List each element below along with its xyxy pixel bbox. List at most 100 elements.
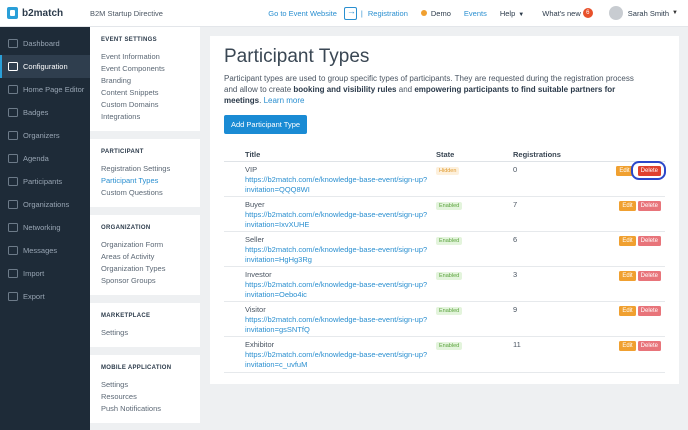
submenu-link-integrations[interactable]: Integrations (101, 111, 200, 123)
events-link[interactable]: Events (464, 9, 487, 18)
delete-button[interactable]: Delete (637, 200, 661, 211)
invitation-link[interactable]: https://b2match.com/e/knowledge-base-eve… (245, 315, 436, 335)
row-registrations-cell: 7 (513, 196, 593, 232)
invitation-link[interactable]: https://b2match.com/e/knowledge-base-eve… (245, 175, 436, 195)
submenu-link-sponsor-groups[interactable]: Sponsor Groups (101, 275, 200, 287)
divider: | (360, 8, 363, 18)
dashboard-icon (8, 39, 18, 48)
event-name: B2M Startup Directive (90, 8, 163, 18)
submenu-link-resources[interactable]: Resources (101, 391, 200, 403)
notification-badge: 6 (582, 8, 593, 18)
import-icon (8, 269, 18, 278)
sidebar-item-dashboard[interactable]: Dashboard (0, 32, 90, 55)
organizations-icon (8, 200, 18, 209)
submenu-link-organization-form[interactable]: Organization Form (101, 239, 200, 251)
column-header-state: State (436, 148, 513, 162)
submenu-section-event-settings: EVENT SETTINGS Event Information Event C… (90, 27, 200, 131)
whats-new-button[interactable]: What's new 6 (542, 8, 593, 18)
add-participant-type-button[interactable]: Add Participant Type (224, 115, 308, 134)
invitation-link[interactable]: https://b2match.com/e/knowledge-base-eve… (245, 245, 436, 265)
participants-icon (8, 177, 18, 186)
delete-highlight-ring: Delete (630, 160, 666, 180)
invitation-link[interactable]: https://b2match.com/e/knowledge-base-eve… (245, 280, 436, 300)
user-menu[interactable]: Sarah Smith ▼ (608, 6, 678, 20)
submenu-heading: ORGANIZATION (101, 225, 151, 231)
table-row: Buyer https://b2match.com/e/knowledge-bas… (224, 196, 665, 232)
learn-more-link[interactable]: Learn more (264, 96, 305, 105)
submenu-link-participant-types[interactable]: Participant Types (101, 175, 200, 187)
sidebar-item-messages[interactable]: Messages (0, 239, 90, 262)
whats-new-label: What's new (542, 8, 581, 18)
row-registrations-cell: 9 (513, 301, 593, 338)
goto-event-website-link[interactable]: Go to Event Website (268, 9, 337, 18)
registration-link[interactable]: Registration (368, 9, 408, 18)
submenu-link-event-information[interactable]: Event Information (101, 51, 200, 63)
submenu-link-push-notifications[interactable]: Push Notifications (101, 403, 200, 415)
sidebar-item-organizations[interactable]: Organizations (0, 193, 90, 216)
home-icon (8, 85, 18, 94)
sidebar-item-label: Configuration (23, 62, 68, 71)
table-row: VIP https://b2match.com/e/knowledge-base-… (224, 160, 666, 197)
submenu-section-mobile-application: MOBILE APPLICATION Settings Resources Pu… (90, 355, 200, 423)
sidebar-item-import[interactable]: Import (0, 262, 90, 285)
submenu-link-custom-domains[interactable]: Custom Domains (101, 99, 200, 111)
logo[interactable]: b2match (0, 7, 90, 19)
desc-bold: booking and visibility rules (293, 85, 397, 94)
submenu-link-event-components[interactable]: Event Components (101, 63, 200, 75)
organizers-icon (8, 131, 18, 140)
row-title-cell: VIP https://b2match.com/e/knowledge-base-… (224, 161, 436, 197)
edit-button[interactable]: Edit (619, 306, 636, 317)
row-state-cell: Hidden (436, 161, 513, 197)
status-badge: Hidden (436, 166, 460, 175)
submenu-link-areas-of-activity[interactable]: Areas of Activity (101, 251, 200, 263)
column-header-title: Title (224, 148, 436, 162)
submenu-link-organization-types[interactable]: Organization Types (101, 263, 200, 275)
sidebar-item-badges[interactable]: Badges (0, 101, 90, 124)
edit-button[interactable]: Edit (619, 200, 636, 211)
submenu-link-content-snippets[interactable]: Content Snippets (101, 87, 200, 99)
sidebar-item-agenda[interactable]: Agenda (0, 147, 90, 170)
participant-type-name: VIP (245, 164, 258, 174)
row-state-cell: Enabled (436, 301, 513, 338)
page-title: Participant Types (224, 46, 370, 67)
delete-button[interactable]: Delete (637, 271, 661, 282)
delete-button[interactable]: Delete (637, 165, 661, 176)
delete-button[interactable]: Delete (637, 235, 661, 246)
delete-button[interactable]: Delete (637, 306, 661, 317)
external-link-icon[interactable] (343, 6, 357, 20)
help-menu[interactable]: Help ▼ (500, 9, 524, 18)
sidebar-item-label: Participants (23, 177, 63, 186)
sidebar-item-label: Home Page Editor (23, 85, 85, 94)
participant-types-table: Title State Registrations VIP https://b2m… (224, 148, 666, 373)
submenu-link-branding[interactable]: Branding (101, 75, 200, 87)
submenu-link-custom-questions[interactable]: Custom Questions (101, 187, 200, 199)
sidebar-item-export[interactable]: Export (0, 285, 90, 308)
messages-icon (8, 246, 18, 255)
sidebar-item-home-page-editor[interactable]: Home Page Editor (0, 78, 90, 101)
edit-button[interactable]: Edit (619, 235, 636, 246)
invitation-link[interactable]: https://b2match.com/e/knowledge-base-eve… (245, 350, 436, 370)
help-label: Help (499, 8, 516, 18)
participant-type-name: Seller (245, 234, 265, 244)
submenu-link-marketplace-settings[interactable]: Settings (101, 327, 200, 339)
sidebar-item-label: Import (23, 269, 45, 278)
sidebar-item-networking[interactable]: Networking (0, 216, 90, 239)
submenu-link-mobile-settings[interactable]: Settings (101, 379, 200, 391)
sidebar-item-organizers[interactable]: Organizers (0, 124, 90, 147)
table-row: Visitor https://b2match.com/e/knowledge-b… (224, 301, 665, 338)
demo-label[interactable]: Demo (431, 9, 451, 18)
submenu-section-participant: PARTICIPANT Registration Settings Partic… (90, 139, 200, 207)
table-row: Seller https://b2match.com/e/knowledge-ba… (224, 231, 665, 268)
row-state-cell: Enabled (436, 196, 513, 232)
edit-button[interactable]: Edit (619, 271, 636, 282)
invitation-link[interactable]: https://b2match.com/e/knowledge-base-eve… (245, 210, 436, 230)
user-name: Sarah Smith (627, 8, 670, 18)
sidebar-item-configuration[interactable]: Configuration (0, 55, 90, 78)
status-badge: Enabled (436, 201, 463, 210)
sidebar-item-participants[interactable]: Participants (0, 170, 90, 193)
submenu-link-registration-settings[interactable]: Registration Settings (101, 163, 200, 175)
edit-button[interactable]: Edit (619, 341, 636, 352)
chevron-down-icon: ▼ (672, 10, 678, 16)
delete-button[interactable]: Delete (637, 341, 661, 352)
row-title-cell: Investor https://b2match.com/e/knowledge-… (224, 266, 436, 303)
